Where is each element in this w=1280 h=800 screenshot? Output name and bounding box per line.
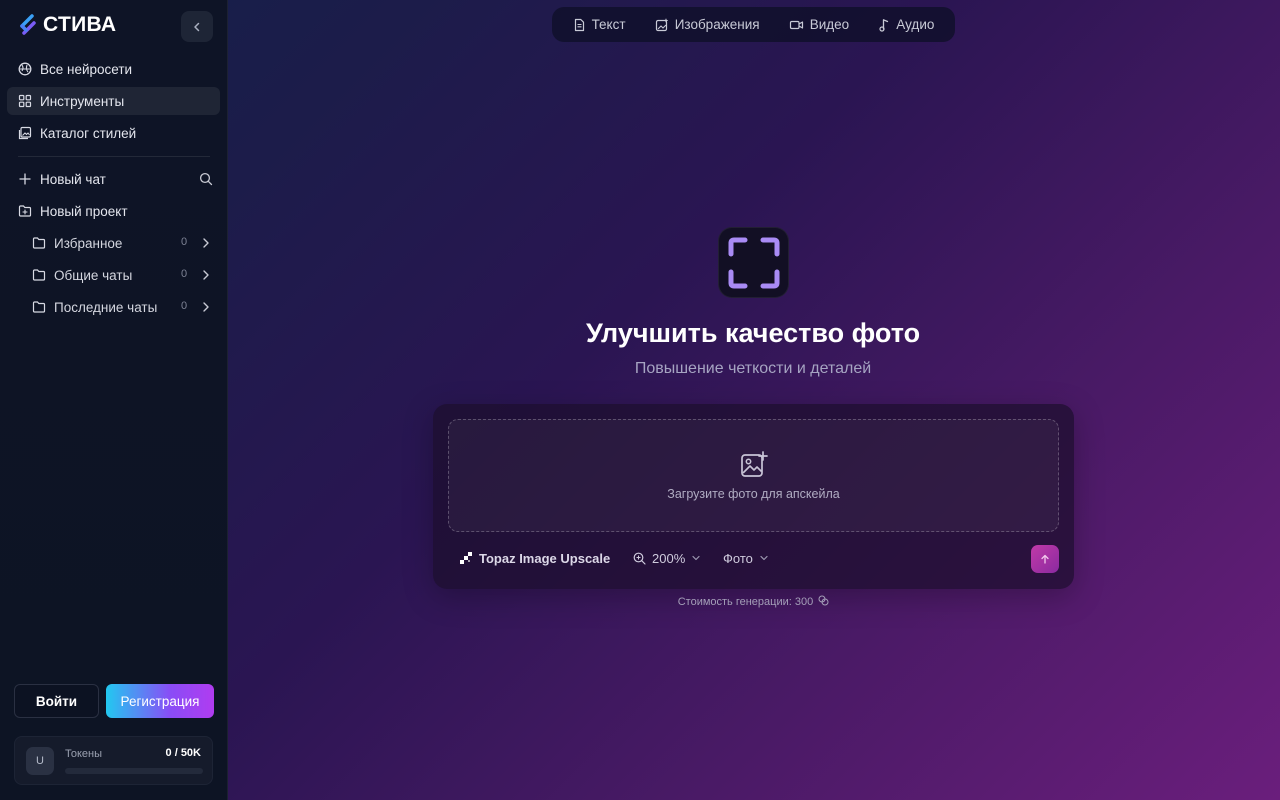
arrow-up-icon <box>1041 554 1049 564</box>
new-chat-label: Новый чат <box>40 171 106 187</box>
folder-shared-chats[interactable]: Общие чаты 0 <box>32 265 212 285</box>
document-icon <box>574 18 584 31</box>
chevron-down-icon <box>692 555 700 561</box>
photo-dropzone[interactable]: Загрузите фото для апскейла <box>448 419 1059 532</box>
nav-item-label: Инструменты <box>40 93 125 109</box>
nav-item-all-networks[interactable]: Все нейросети <box>7 55 220 83</box>
submit-button[interactable] <box>1031 545 1059 573</box>
tab-text[interactable]: Текст <box>565 17 634 32</box>
tokens-progress-bar <box>65 768 203 774</box>
avatar[interactable]: U <box>26 747 54 775</box>
folder-count: 0 <box>181 236 188 248</box>
frame-corners-icon <box>728 237 779 288</box>
model-name: Topaz Image Upscale <box>479 550 611 566</box>
hero-tool-icon <box>718 227 789 298</box>
tab-video[interactable]: Видео <box>781 17 857 32</box>
model-logo-icon <box>460 552 472 564</box>
folder-label: Последние чаты <box>54 299 158 315</box>
folder-label: Избранное <box>54 235 123 251</box>
nav-item-label: Все нейросети <box>40 61 133 77</box>
logo[interactable]: СТИВА <box>17 13 116 37</box>
folder-icon <box>32 301 46 313</box>
generation-cost-text: Стоимость генерации: 300 <box>677 596 814 608</box>
brand-name: СТИВА <box>43 13 117 36</box>
main-nav: Все нейросети Инструменты Каталог стилей <box>7 55 220 151</box>
zoom-icon <box>633 552 646 565</box>
sidebar: СТИВА Все нейросети Инструменты Каталог … <box>0 0 228 800</box>
folder-recent-chats[interactable]: Последние чаты 0 <box>32 297 212 317</box>
chevron-left-icon <box>194 22 200 31</box>
folder-label: Общие чаты <box>54 267 133 283</box>
coins-icon <box>818 595 829 606</box>
chevron-down-icon <box>760 555 768 561</box>
chevron-right-icon[interactable] <box>201 268 211 282</box>
model-selector[interactable]: Topaz Image Upscale <box>459 548 610 568</box>
tokens-card: U Токены 0 / 50K <box>14 736 213 785</box>
tab-audio[interactable]: Аудио <box>870 17 942 32</box>
folder-count: 0 <box>181 300 188 312</box>
logo-icon <box>20 14 36 35</box>
search-icon[interactable] <box>199 172 213 186</box>
tab-label: Текст <box>591 17 626 32</box>
gallery-icon <box>18 126 32 140</box>
plus-icon <box>19 173 31 185</box>
dropzone-hint: Загрузите фото для апскейла <box>667 487 840 501</box>
generation-cost: Стоимость генерации: 300 <box>433 595 1074 608</box>
globe-icon <box>18 62 32 76</box>
collapse-sidebar-button[interactable] <box>181 11 213 42</box>
tokens-value: 0 / 50K <box>165 747 201 759</box>
register-button[interactable]: Регистрация <box>106 684 214 718</box>
tab-label: Аудио <box>896 17 935 32</box>
image-icon <box>655 18 668 31</box>
video-icon <box>789 20 803 29</box>
chevron-right-icon[interactable] <box>201 300 211 314</box>
nav-item-tools[interactable]: Инструменты <box>7 87 220 115</box>
folder-icon <box>32 269 46 281</box>
type-dropdown[interactable]: Фото <box>723 548 769 568</box>
image-upload-icon <box>741 451 768 477</box>
new-project-label: Новый проект <box>40 203 128 219</box>
tab-label: Изображения <box>674 17 760 32</box>
folder-count: 0 <box>181 268 188 280</box>
music-icon <box>879 18 889 32</box>
upscale-panel: Загрузите фото для апскейла Topaz Image … <box>433 404 1074 589</box>
folder-favorites[interactable]: Избранное 0 <box>32 233 212 253</box>
chevron-right-icon[interactable] <box>201 236 211 250</box>
nav-item-style-catalog[interactable]: Каталог стилей <box>7 119 220 147</box>
folder-plus-icon <box>18 205 32 217</box>
folder-icon <box>32 237 46 249</box>
mode-tabs: Текст Изображения Видео Аудио <box>552 7 955 42</box>
scale-dropdown[interactable]: 200% <box>633 548 701 568</box>
login-button[interactable]: Войти <box>14 684 99 718</box>
sidebar-divider <box>18 156 210 157</box>
new-project-button[interactable]: Новый проект <box>18 201 128 221</box>
grid-icon <box>18 94 32 108</box>
new-chat-button[interactable]: Новый чат <box>18 169 106 189</box>
scale-value: 200% <box>652 550 686 566</box>
page-subtitle: Повышение четкости и деталей <box>634 360 872 377</box>
nav-item-label: Каталог стилей <box>40 125 137 141</box>
tab-label: Видео <box>809 17 850 32</box>
tokens-label: Токены <box>65 748 103 760</box>
type-value: Фото <box>723 550 753 566</box>
tab-images[interactable]: Изображения <box>647 17 768 32</box>
page-title: Улучшить качество фото <box>585 318 921 348</box>
